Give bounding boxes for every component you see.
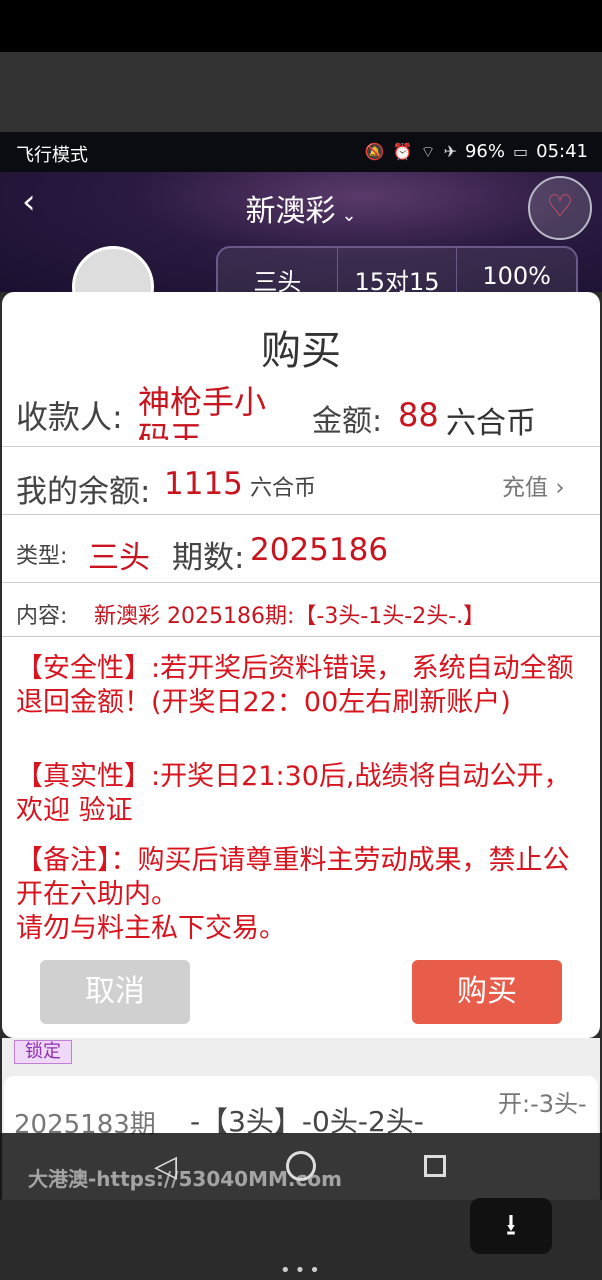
divider — [2, 582, 600, 583]
recharge-link[interactable]: 充值 › — [502, 468, 565, 502]
list-item-result: 开:-3头- — [498, 1090, 587, 1118]
safety-notice: 【安全性】:若开奖后资料错误， 系统自动全额退回金额！(开奖日22：00左右刷新… — [16, 653, 574, 718]
download-icon[interactable]: ⭳ — [470, 1198, 552, 1254]
type-label: 类型: — [16, 544, 68, 569]
lock-badge: 锁定 — [14, 1040, 72, 1064]
balance-unit: 六合币 — [250, 476, 317, 501]
amount-label: 金额: — [312, 404, 383, 439]
mute-icon: 🔕 — [364, 142, 385, 161]
battery-percent: 96% — [464, 141, 505, 162]
payee-name: 神枪手小码王 — [138, 384, 267, 440]
status-right: 🔕 ⏰ ⌔ ✈ 96% ▭ 05:41 — [365, 141, 588, 162]
balance-value: 1115 — [164, 466, 243, 502]
status-bar: 飞行模式 🔕 ⏰ ⌔ ✈ 96% ▭ 05:41 — [0, 132, 602, 172]
system-nav-bar: 大港澳-https://53040MM.com ◁ — [0, 1133, 602, 1200]
app-header: ‹ 新澳彩 ⌄ ♡ 三头 15对15 100% — [0, 172, 602, 328]
nav-home-icon[interactable] — [286, 1151, 316, 1181]
purchase-dialog: 购买 收款人: 神枪手小码王 金额: 88 六合币 我的余额: 1115 六合币… — [2, 292, 600, 1038]
wifi-icon: ⌔ — [420, 141, 436, 161]
balance-label: 我的余额: — [16, 474, 151, 510]
viewer-top-bar — [0, 0, 602, 52]
chevron-right-icon: › — [555, 475, 565, 501]
period-value: 2025186 — [250, 532, 389, 568]
viewer-gap — [0, 52, 602, 132]
airplane-icon: ✈ — [443, 142, 457, 161]
content-value: 新澳彩 2025186期:【-3头-1头-2头-.】 — [94, 604, 486, 629]
page-title[interactable]: 新澳彩 ⌄ — [0, 186, 602, 230]
chevron-down-icon: ⌄ — [341, 205, 357, 226]
recharge-label: 充值 — [502, 475, 548, 501]
amount-unit: 六合币 — [446, 406, 536, 441]
payee-label: 收款人: — [16, 398, 123, 436]
content-label: 内容: — [16, 604, 68, 629]
heart-icon[interactable]: ♡ — [528, 176, 592, 240]
period-label: 期数: — [172, 540, 245, 576]
nav-back-icon[interactable]: ◁ — [154, 1149, 177, 1184]
alarm-icon: ⏰ — [392, 142, 413, 161]
clock: 05:41 — [536, 141, 588, 162]
page-indicator: ••• — [280, 1260, 324, 1280]
type-value: 三头 — [88, 540, 150, 576]
authenticity-notice: 【真实性】:开奖日21:30后,战绩将自动公开，欢迎 验证 — [16, 761, 571, 826]
page-title-text: 新澳彩 — [245, 194, 336, 229]
amount-value: 88 — [398, 396, 439, 434]
cancel-button[interactable]: 取消 — [40, 960, 190, 1024]
battery-icon: ▭ — [513, 142, 529, 161]
buy-button[interactable]: 购买 — [412, 960, 562, 1024]
divider — [2, 636, 600, 637]
divider — [2, 446, 600, 447]
airplane-mode-label: 飞行模式 — [16, 145, 88, 166]
nav-recents-icon[interactable] — [424, 1155, 446, 1177]
remark-notice: 【备注】：购买后请尊重料主劳动成果，禁止公开在六助内。 请勿与料主私下交易。 — [16, 845, 570, 944]
divider — [2, 514, 600, 515]
dialog-title: 购买 — [261, 328, 341, 374]
